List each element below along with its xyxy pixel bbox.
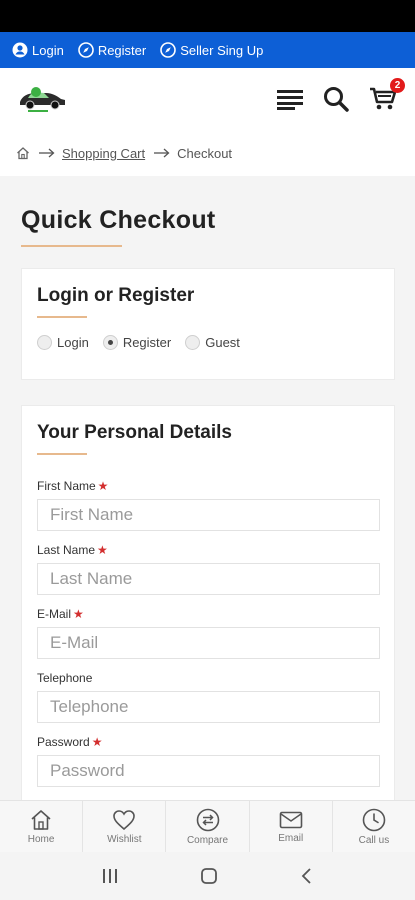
recent-apps-button[interactable] [101,868,119,884]
radio-register-dot[interactable] [102,335,118,350]
login-register-title: Login or Register [37,285,195,306]
home-icon[interactable] [16,146,30,160]
last-name-field[interactable] [37,563,380,595]
top-bar: Login Register Seller Sing Up [0,32,415,68]
personal-details-card: Your Personal Details First Name★ Last N… [21,405,395,825]
compare-icon [196,808,219,831]
radio-guest-label: Guest [205,335,240,350]
register-link-label: Register [97,42,147,58]
back-chevron-icon [301,868,311,884]
first-name-label: First Name ★ [37,479,109,493]
mail-icon [279,811,303,828]
cart-button[interactable]: 2 [369,78,405,112]
nav-wishlist[interactable]: Wishlist [83,801,167,852]
status-bar [0,0,415,32]
bottom-nav: Home Wishlist Compare Email Call us [0,800,415,852]
nav-compare[interactable]: Compare [166,801,250,852]
nav-email-label: Email [278,832,304,844]
email-field[interactable] [37,627,380,659]
radio-guest-dot[interactable] [185,335,201,350]
breadcrumb-shopping-cart[interactable]: Shopping Cart [62,146,145,161]
login-register-underline [37,316,87,318]
required-star-icon: ★ [97,543,108,557]
user-icon [12,42,28,58]
email-label: E-Mail ★ [37,607,84,621]
login-link-label: Login [32,42,64,58]
nav-call-us-label: Call us [358,834,390,846]
nav-wishlist-label: Wishlist [107,833,142,845]
page-title: Quick Checkout [21,206,216,234]
nav-compare-label: Compare [186,834,229,846]
radio-guest[interactable]: Guest [185,335,240,350]
home-system-button[interactable] [200,867,218,885]
breadcrumb: Shopping Cart Checkout [0,130,415,176]
radio-login[interactable]: Login [37,335,89,350]
radio-login-dot[interactable] [37,335,52,350]
back-button[interactable] [300,867,314,885]
compass-icon [78,42,94,58]
seller-signup-link[interactable]: Seller Sing Up [160,42,263,58]
password-field[interactable] [37,755,380,787]
nav-home-label: Home [27,833,55,845]
logo[interactable] [16,81,68,117]
home-icon [31,809,51,830]
arrow-right-icon [154,148,170,158]
header: 2 [0,68,415,130]
compass-icon [160,42,177,58]
arrow-right-icon [39,148,55,158]
heart-icon [113,809,136,830]
system-nav-bar [0,852,415,900]
password-label: Password ★ [37,735,103,749]
nav-home[interactable]: Home [0,801,84,852]
telephone-label: Telephone [37,671,93,685]
register-link[interactable]: Register [78,42,146,58]
radio-register[interactable]: Register [102,335,172,350]
search-icon [324,87,349,112]
recent-apps-icon [102,869,117,883]
login-register-card: Login or Register Login Register Guest [21,268,395,380]
required-star-icon: ★ [97,479,109,493]
search-button[interactable] [323,86,349,112]
last-name-label: Last Name ★ [37,543,108,557]
radio-register-label: Register [122,335,172,350]
seller-signup-link-label: Seller Sing Up [180,42,264,58]
checkout-option-group: Login Register Guest [37,335,254,350]
menu-icon [277,90,303,110]
breadcrumb-checkout: Checkout [177,145,233,161]
nav-email[interactable]: Email [250,801,333,852]
nav-call-us[interactable]: Call us [333,801,415,852]
telephone-field[interactable] [37,691,380,723]
car-logo-icon [20,87,65,112]
login-link[interactable]: Login [12,42,64,58]
required-star-icon: ★ [91,735,103,749]
first-name-field[interactable] [37,499,380,531]
clock-icon [362,808,386,831]
cart-count-badge: 2 [390,78,405,93]
title-underline [21,245,122,247]
home-circle-icon [201,868,218,884]
personal-details-title: Your Personal Details [37,422,232,443]
required-star-icon: ★ [73,607,84,621]
radio-login-label: Login [57,335,89,350]
personal-details-underline [37,453,87,455]
menu-button[interactable] [277,88,303,110]
